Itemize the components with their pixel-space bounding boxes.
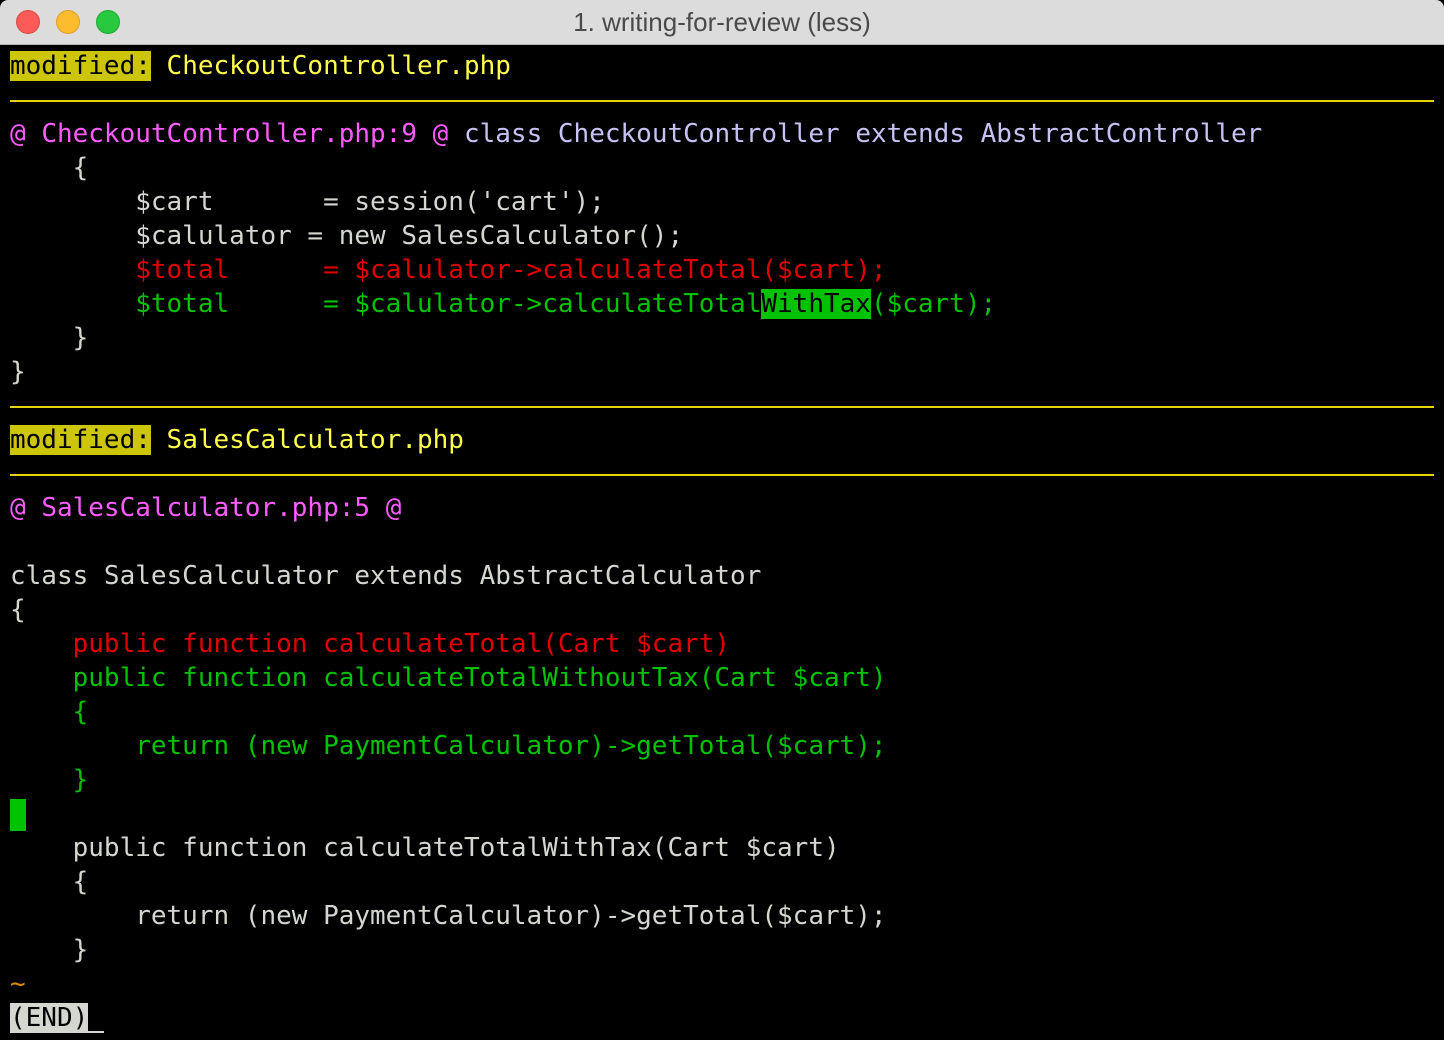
added-line: return (new PaymentCalculator)->getTotal…: [10, 731, 887, 761]
added-line: $total = $calulator->calculateTotalWithT…: [10, 287, 996, 321]
divider: [10, 406, 1434, 408]
window-title: 1. writing-for-review (less): [573, 7, 871, 37]
divider: [10, 100, 1434, 102]
file-header: modified: CheckoutController.php: [10, 49, 511, 83]
hunk-marker: @: [432, 119, 449, 149]
hunk-keyword: class: [463, 119, 543, 149]
hunk-location: SalesCalculator.php:5: [41, 493, 371, 523]
added-line: public function calculateTotalWithoutTax…: [10, 663, 887, 693]
added-text: ($cart);: [870, 289, 997, 319]
hunk-parent-class: AbstractController: [980, 119, 1263, 149]
end-indicator: (END): [10, 1003, 89, 1033]
code-line: {: [10, 153, 89, 183]
added-blank-marker: [10, 798, 26, 831]
word-diff-highlight: WithTax: [761, 289, 871, 319]
hunk-class-name: CheckoutController: [557, 119, 840, 149]
removed-line: public function calculateTotal(Cart $car…: [10, 629, 731, 659]
terminal-content[interactable]: modified: CheckoutController.php @ Check…: [10, 45, 1434, 1040]
added-blank-line: [10, 797, 26, 831]
hunk-marker: @: [385, 493, 402, 523]
status-tag: modified:: [10, 51, 151, 81]
end-of-file-tilde: ~: [10, 969, 26, 999]
code-line: $cart = session('cart');: [10, 187, 605, 217]
code-line: }: [10, 357, 26, 387]
code-line: {: [10, 595, 26, 625]
hunk-marker: @: [10, 119, 26, 149]
hunk-header: @ SalesCalculator.php:5 @: [10, 491, 401, 525]
code-line: }: [10, 323, 89, 353]
status-tag: modified:: [10, 425, 151, 455]
code-line: return (new PaymentCalculator)->getTotal…: [10, 901, 887, 931]
hunk-marker: @: [10, 493, 26, 523]
title-bar: 1. writing-for-review (less): [0, 0, 1444, 45]
file-name: SalesCalculator.php: [166, 425, 464, 455]
hunk-header: @ CheckoutController.php:9 @ class Check…: [10, 117, 1262, 151]
added-text: $total = $calulator->calculateTotal: [10, 289, 762, 319]
added-line: }: [10, 765, 89, 795]
code-line: $calulator = new SalesCalculator();: [10, 221, 684, 251]
divider: [10, 474, 1434, 476]
file-header: modified: SalesCalculator.php: [10, 423, 464, 457]
terminal-window: 1. writing-for-review (less) modified: C…: [0, 0, 1444, 1040]
code-line: public function calculateTotalWithTax(Ca…: [10, 833, 840, 863]
file-name: CheckoutController.php: [166, 51, 511, 81]
removed-line: $total = $calulator->calculateTotal($car…: [10, 255, 887, 285]
code-line: class SalesCalculator extends AbstractCa…: [10, 561, 762, 591]
pager-prompt[interactable]: (END): [10, 1001, 105, 1035]
code-line: {: [10, 867, 89, 897]
hunk-keyword: extends: [855, 119, 965, 149]
text-cursor: [88, 1031, 105, 1033]
hunk-location: CheckoutController.php:9: [41, 119, 417, 149]
added-line: {: [10, 697, 89, 727]
code-line: }: [10, 935, 89, 965]
